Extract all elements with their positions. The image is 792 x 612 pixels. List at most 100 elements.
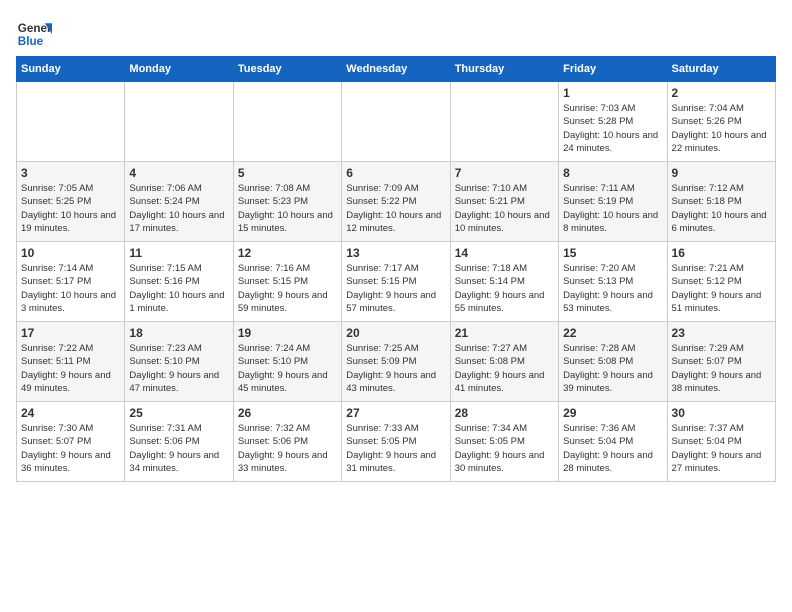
day-number: 13 [346,246,445,260]
calendar-week-5: 24 Sunrise: 7:30 AM Sunset: 5:07 PM Dayli… [17,402,776,482]
day-info: Sunrise: 7:20 AM Sunset: 5:13 PM Dayligh… [563,262,662,315]
logo-icon: General Blue [16,16,52,52]
header-friday: Friday [559,57,667,82]
day-info: Sunrise: 7:22 AM Sunset: 5:11 PM Dayligh… [21,342,120,395]
header-monday: Monday [125,57,233,82]
calendar-cell: 30 Sunrise: 7:37 AM Sunset: 5:04 PM Dayli… [667,402,775,482]
calendar-cell: 3 Sunrise: 7:05 AM Sunset: 5:25 PM Daylig… [17,162,125,242]
calendar-cell: 8 Sunrise: 7:11 AM Sunset: 5:19 PM Daylig… [559,162,667,242]
day-info: Sunrise: 7:10 AM Sunset: 5:21 PM Dayligh… [455,182,554,235]
calendar-cell: 23 Sunrise: 7:29 AM Sunset: 5:07 PM Dayli… [667,322,775,402]
day-info: Sunrise: 7:31 AM Sunset: 5:06 PM Dayligh… [129,422,228,475]
calendar-cell: 11 Sunrise: 7:15 AM Sunset: 5:16 PM Dayli… [125,242,233,322]
calendar-cell: 17 Sunrise: 7:22 AM Sunset: 5:11 PM Dayli… [17,322,125,402]
calendar-cell: 22Sunrise: 7:28 AM Sunset: 5:08 PM Dayli… [559,322,667,402]
calendar-cell: 2 Sunrise: 7:04 AM Sunset: 5:26 PM Daylig… [667,82,775,162]
header-sunday: Sunday [17,57,125,82]
header-wednesday: Wednesday [342,57,450,82]
calendar-week-2: 3 Sunrise: 7:05 AM Sunset: 5:25 PM Daylig… [17,162,776,242]
day-info: Sunrise: 7:30 AM Sunset: 5:07 PM Dayligh… [21,422,120,475]
calendar-cell [125,82,233,162]
day-number: 11 [129,246,228,260]
calendar-cell: 9Sunrise: 7:12 AM Sunset: 5:18 PM Daylig… [667,162,775,242]
day-number: 16 [672,246,771,260]
calendar-cell: 13 Sunrise: 7:17 AM Sunset: 5:15 PM Dayli… [342,242,450,322]
day-number: 30 [672,406,771,420]
calendar-cell: 10Sunrise: 7:14 AM Sunset: 5:17 PM Dayli… [17,242,125,322]
calendar-cell [233,82,341,162]
day-number: 25 [129,406,228,420]
day-number: 3 [21,166,120,180]
calendar-cell: 25 Sunrise: 7:31 AM Sunset: 5:06 PM Dayli… [125,402,233,482]
day-number: 20 [346,326,445,340]
calendar-cell: 26 Sunrise: 7:32 AM Sunset: 5:06 PM Dayli… [233,402,341,482]
day-info: Sunrise: 7:29 AM Sunset: 5:07 PM Dayligh… [672,342,771,395]
day-number: 12 [238,246,337,260]
day-number: 17 [21,326,120,340]
day-number: 27 [346,406,445,420]
day-number: 21 [455,326,554,340]
calendar-table: SundayMondayTuesdayWednesdayThursdayFrid… [16,56,776,482]
day-info: Sunrise: 7:32 AM Sunset: 5:06 PM Dayligh… [238,422,337,475]
day-number: 23 [672,326,771,340]
header-saturday: Saturday [667,57,775,82]
calendar-cell: 15 Sunrise: 7:20 AM Sunset: 5:13 PM Dayli… [559,242,667,322]
svg-text:Blue: Blue [18,35,44,48]
day-number: 14 [455,246,554,260]
day-info: Sunrise: 7:05 AM Sunset: 5:25 PM Dayligh… [21,182,120,235]
day-info: Sunrise: 7:15 AM Sunset: 5:16 PM Dayligh… [129,262,228,315]
calendar-cell: 6 Sunrise: 7:09 AM Sunset: 5:22 PM Daylig… [342,162,450,242]
calendar-cell: 19 Sunrise: 7:24 AM Sunset: 5:10 PM Dayli… [233,322,341,402]
day-number: 24 [21,406,120,420]
day-info: Sunrise: 7:27 AM Sunset: 5:08 PM Dayligh… [455,342,554,395]
calendar-cell: 1 Sunrise: 7:03 AM Sunset: 5:28 PM Daylig… [559,82,667,162]
calendar-cell: 20 Sunrise: 7:25 AM Sunset: 5:09 PM Dayli… [342,322,450,402]
day-number: 6 [346,166,445,180]
day-number: 15 [563,246,662,260]
day-info: Sunrise: 7:17 AM Sunset: 5:15 PM Dayligh… [346,262,445,315]
day-info: Sunrise: 7:18 AM Sunset: 5:14 PM Dayligh… [455,262,554,315]
day-number: 4 [129,166,228,180]
calendar-cell: 27 Sunrise: 7:33 AM Sunset: 5:05 PM Dayli… [342,402,450,482]
day-number: 5 [238,166,337,180]
day-number: 8 [563,166,662,180]
day-info: Sunrise: 7:33 AM Sunset: 5:05 PM Dayligh… [346,422,445,475]
calendar-cell: 7Sunrise: 7:10 AM Sunset: 5:21 PM Daylig… [450,162,558,242]
day-info: Sunrise: 7:09 AM Sunset: 5:22 PM Dayligh… [346,182,445,235]
calendar-week-3: 10Sunrise: 7:14 AM Sunset: 5:17 PM Dayli… [17,242,776,322]
day-number: 22 [563,326,662,340]
day-info: Sunrise: 7:12 AM Sunset: 5:18 PM Dayligh… [672,182,771,235]
day-info: Sunrise: 7:24 AM Sunset: 5:10 PM Dayligh… [238,342,337,395]
calendar-cell: 16Sunrise: 7:21 AM Sunset: 5:12 PM Dayli… [667,242,775,322]
calendar-cell: 14 Sunrise: 7:18 AM Sunset: 5:14 PM Dayli… [450,242,558,322]
day-info: Sunrise: 7:25 AM Sunset: 5:09 PM Dayligh… [346,342,445,395]
day-number: 26 [238,406,337,420]
day-info: Sunrise: 7:04 AM Sunset: 5:26 PM Dayligh… [672,102,771,155]
day-info: Sunrise: 7:08 AM Sunset: 5:23 PM Dayligh… [238,182,337,235]
day-info: Sunrise: 7:23 AM Sunset: 5:10 PM Dayligh… [129,342,228,395]
calendar-cell: 5 Sunrise: 7:08 AM Sunset: 5:23 PM Daylig… [233,162,341,242]
calendar-cell: 4 Sunrise: 7:06 AM Sunset: 5:24 PM Daylig… [125,162,233,242]
calendar-cell [17,82,125,162]
day-info: Sunrise: 7:16 AM Sunset: 5:15 PM Dayligh… [238,262,337,315]
day-info: Sunrise: 7:34 AM Sunset: 5:05 PM Dayligh… [455,422,554,475]
logo: General Blue [16,16,52,52]
day-number: 2 [672,86,771,100]
day-info: Sunrise: 7:11 AM Sunset: 5:19 PM Dayligh… [563,182,662,235]
header: General Blue [16,16,776,52]
day-info: Sunrise: 7:03 AM Sunset: 5:28 PM Dayligh… [563,102,662,155]
day-number: 18 [129,326,228,340]
day-number: 29 [563,406,662,420]
day-number: 19 [238,326,337,340]
day-number: 1 [563,86,662,100]
calendar-cell: 12 Sunrise: 7:16 AM Sunset: 5:15 PM Dayli… [233,242,341,322]
day-info: Sunrise: 7:06 AM Sunset: 5:24 PM Dayligh… [129,182,228,235]
calendar-cell: 29Sunrise: 7:36 AM Sunset: 5:04 PM Dayli… [559,402,667,482]
header-tuesday: Tuesday [233,57,341,82]
calendar-cell [342,82,450,162]
calendar-cell: 28Sunrise: 7:34 AM Sunset: 5:05 PM Dayli… [450,402,558,482]
calendar-cell: 21 Sunrise: 7:27 AM Sunset: 5:08 PM Dayli… [450,322,558,402]
header-thursday: Thursday [450,57,558,82]
day-info: Sunrise: 7:37 AM Sunset: 5:04 PM Dayligh… [672,422,771,475]
calendar-cell: 18 Sunrise: 7:23 AM Sunset: 5:10 PM Dayli… [125,322,233,402]
